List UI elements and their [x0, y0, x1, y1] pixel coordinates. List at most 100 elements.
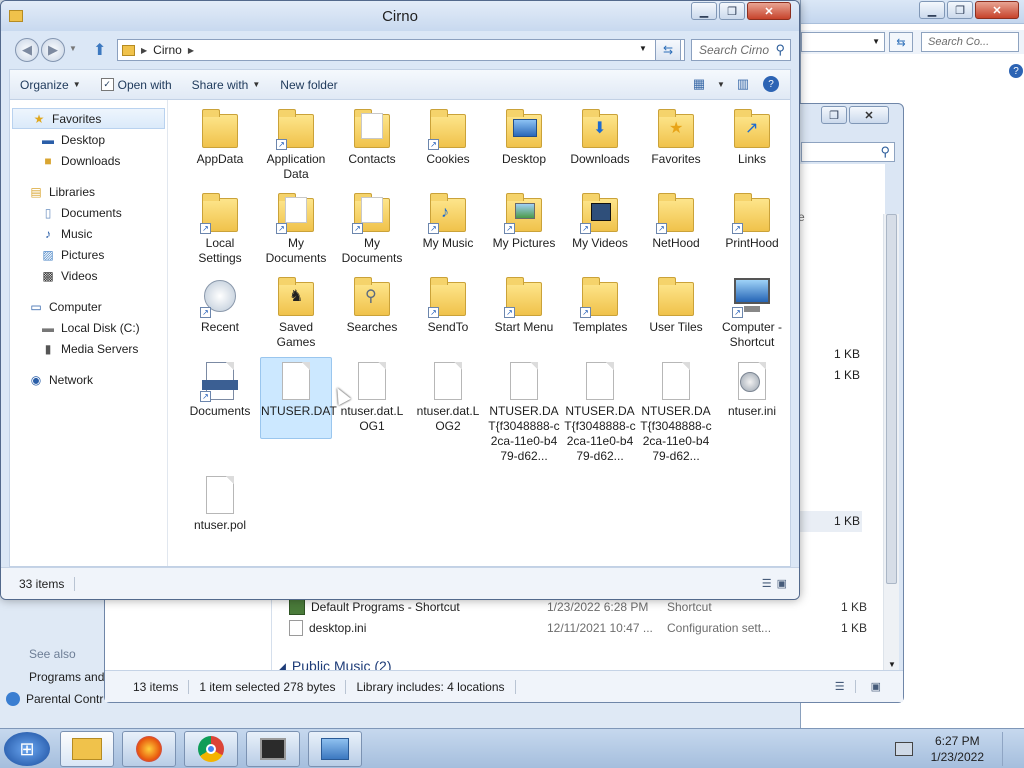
bg-maximize-button[interactable]: ❐ — [947, 1, 973, 19]
parental-controls-link[interactable]: Parental Contr — [6, 692, 103, 706]
file-item[interactable]: ↗ Cookies — [412, 106, 484, 167]
nav-documents[interactable]: ▯ Documents — [10, 202, 167, 223]
organize-button[interactable]: Organize ▼ — [10, 73, 91, 97]
nav-media-servers[interactable]: ▮ Media Servers — [10, 338, 167, 359]
details-view-icon[interactable]: ☰ — [825, 680, 856, 693]
taskbar-app-dark[interactable] — [246, 731, 300, 767]
bg-help-icon[interactable]: ? — [1009, 64, 1023, 78]
file-item-selected[interactable]: NTUSER.DAT — [260, 357, 337, 439]
back-button[interactable]: ◀ — [15, 38, 39, 62]
share-with-button[interactable]: Share with ▼ — [182, 73, 271, 97]
nav-music[interactable]: ♪ Music — [10, 223, 167, 244]
nav-pictures[interactable]: ▨ Pictures — [10, 244, 167, 265]
file-item[interactable]: ↗ My Documents — [336, 190, 408, 266]
file-item[interactable]: ↗ Computer - Shortcut — [716, 274, 788, 350]
nav-favorites[interactable]: ★ Favorites — [12, 108, 165, 129]
file-item[interactable]: NTUSER.DAT{f3048888-c2ca-11e0-b479-d62..… — [640, 358, 712, 464]
file-name: Default Programs - Shortcut — [311, 600, 460, 614]
nav-downloads[interactable]: ■ Downloads — [10, 150, 167, 171]
file-item[interactable]: NTUSER.DAT{f3048888-c2ca-11e0-b479-d62..… — [564, 358, 636, 464]
file-item[interactable]: Desktop — [488, 106, 560, 167]
file-item[interactable]: ntuser.ini — [716, 358, 788, 419]
nav-computer[interactable]: ▭ Computer — [10, 296, 167, 317]
close-button[interactable]: ✕ — [747, 2, 791, 20]
mid-maximize-button[interactable]: ❐ — [821, 106, 847, 124]
mid-vertical-scrollbar[interactable]: ▼ — [883, 214, 899, 671]
file-item[interactable]: ↗ Application Data — [260, 106, 332, 182]
file-item[interactable]: User Tiles — [640, 274, 712, 335]
file-row[interactable]: Default Programs - Shortcut 1/23/2022 6:… — [289, 597, 869, 617]
file-item[interactable]: ↗ Links — [716, 106, 788, 167]
file-item[interactable]: ↗ My Videos — [564, 190, 636, 251]
new-folder-button[interactable]: New folder — [270, 73, 347, 97]
taskbar-firefox[interactable] — [122, 731, 176, 767]
file-item[interactable]: ntuser.dat.LOG2 — [412, 358, 484, 434]
help-icon[interactable]: ? — [760, 73, 782, 95]
file-item[interactable]: ↗ Local Settings — [184, 190, 256, 266]
nav-desktop[interactable]: ▬ Desktop — [10, 129, 167, 150]
bg-address-bar[interactable]: ▼ — [801, 32, 885, 52]
maximize-button[interactable]: ❐ — [719, 2, 745, 20]
address-dropdown-icon[interactable]: ▼ — [639, 44, 647, 53]
start-button[interactable]: ⊞ — [4, 732, 50, 766]
view-dropdown-icon[interactable]: ▼ — [716, 73, 726, 95]
file-item[interactable]: ♞ Saved Games — [260, 274, 332, 350]
minimize-button[interactable]: ▁ — [691, 2, 717, 20]
file-item[interactable]: ↗ SendTo — [412, 274, 484, 335]
file-item[interactable]: ★ Favorites — [640, 106, 712, 167]
network-tray-icon[interactable] — [894, 742, 913, 756]
programs-link[interactable]: Programs and — [29, 670, 104, 684]
file-item[interactable]: AppData — [184, 106, 256, 167]
file-row[interactable]: desktop.ini 12/11/2021 10:47 ... Configu… — [289, 618, 869, 638]
taskbar-control-panel[interactable] — [308, 731, 362, 767]
nav-network[interactable]: ◉ Network — [10, 369, 167, 390]
nav-libraries[interactable]: ▤ Libraries — [10, 181, 167, 202]
address-bar[interactable]: ▶ Cirno ▶ — [117, 39, 685, 61]
clock[interactable]: 6:27 PM 1/23/2022 — [931, 733, 984, 765]
file-item[interactable]: ntuser.pol — [184, 472, 256, 533]
mid-scroll-thumb[interactable] — [886, 214, 897, 584]
details-view-icon[interactable]: ☰ — [762, 577, 772, 590]
file-item[interactable]: ↗ Documents — [184, 358, 256, 419]
search-icon[interactable]: ⚲ — [775, 42, 785, 58]
preview-pane-icon[interactable]: ▥ — [732, 73, 754, 95]
bg-search-input[interactable]: Search Co... — [921, 32, 1019, 52]
file-item[interactable]: ↗ Recent — [184, 274, 256, 335]
history-dropdown-icon[interactable]: ▼ — [69, 44, 77, 53]
mid-close-button[interactable]: ✕ — [849, 106, 889, 124]
up-arrow-icon[interactable]: ⬆ — [93, 40, 106, 60]
file-item[interactable]: ↗ My Documents — [260, 190, 332, 266]
forward-button[interactable]: ▶ — [41, 38, 65, 62]
breadcrumb-arrow-icon[interactable]: ▶ — [188, 46, 194, 55]
file-item[interactable]: ♪ ↗ My Music — [412, 190, 484, 251]
mid-search-input[interactable]: ⚲ — [801, 142, 895, 162]
nav-local-disk[interactable]: ▬ Local Disk (C:) — [10, 317, 167, 338]
nav-videos[interactable]: ▩ Videos — [10, 265, 167, 286]
file-item[interactable]: ⬇ Downloads — [564, 106, 636, 167]
large-icons-view-icon[interactable]: ▣ — [777, 577, 787, 590]
refresh-button[interactable]: ⇆ — [655, 39, 681, 61]
taskbar-chrome[interactable] — [184, 731, 238, 767]
file-item[interactable]: ↗ NetHood — [640, 190, 712, 251]
file-item[interactable]: Contacts — [336, 106, 408, 167]
mid-scroll-down-icon[interactable]: ▼ — [888, 660, 896, 669]
title-bar[interactable]: Cirno ▁ ❐ ✕ — [1, 1, 799, 31]
open-with-button[interactable]: ✓ Open with — [91, 73, 182, 97]
file-item[interactable]: ⚲ Searches — [336, 274, 408, 335]
breadcrumb[interactable]: Cirno — [153, 43, 182, 57]
file-item[interactable]: ↗ My Pictures — [488, 190, 560, 251]
file-item[interactable]: ↗ Templates — [564, 274, 636, 335]
file-item[interactable]: ↗ PrintHood — [716, 190, 788, 251]
search-input[interactable]: Search Cirno ⚲ — [691, 39, 791, 61]
item-count: 33 items — [19, 576, 76, 591]
bg-refresh-button[interactable]: ⇆ — [889, 32, 913, 52]
bg-close-button[interactable]: ✕ — [975, 1, 1019, 19]
taskbar-explorer[interactable] — [60, 731, 114, 767]
bg-minimize-button[interactable]: ▁ — [919, 1, 945, 19]
file-item[interactable]: NTUSER.DAT{f3048888-c2ca-11e0-b479-d62..… — [488, 358, 560, 464]
large-icons-view-icon[interactable]: ▣ — [861, 680, 891, 693]
change-view-icon[interactable]: ▦ — [688, 73, 710, 95]
show-desktop-button[interactable] — [1002, 732, 1012, 766]
file-item[interactable]: ↗ Start Menu — [488, 274, 560, 335]
breadcrumb-arrow-icon[interactable]: ▶ — [141, 46, 147, 55]
